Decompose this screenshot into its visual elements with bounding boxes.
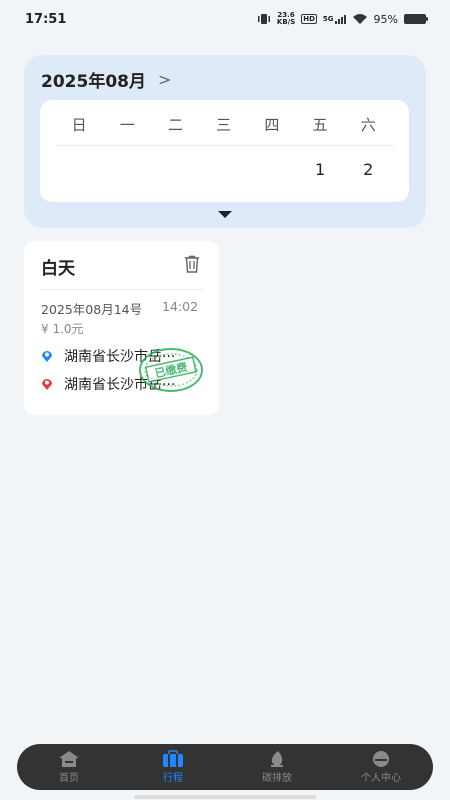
tab-label: 首页 bbox=[59, 773, 79, 784]
day-cell[interactable]: 1 bbox=[296, 160, 344, 179]
weekday-label: 二 bbox=[167, 116, 183, 134]
tab-home[interactable]: 首页 bbox=[17, 750, 121, 784]
trip-date: 2025年08月14号 bbox=[41, 302, 143, 317]
weekday-label: 日 bbox=[71, 116, 87, 134]
weekday-label: 五 bbox=[312, 116, 328, 134]
hd-badge: HD bbox=[301, 14, 317, 24]
chevron-right-icon[interactable]: > bbox=[158, 70, 171, 89]
trip-time: 14:02 bbox=[162, 299, 199, 314]
tab-profile[interactable]: 个人中心 bbox=[329, 750, 433, 784]
day-row: 1 2 bbox=[40, 160, 409, 179]
vibrate-icon bbox=[257, 14, 270, 24]
trip-price: ¥ 1.0元 bbox=[41, 322, 84, 336]
origin-pin-icon bbox=[42, 351, 52, 362]
weekday-label: 三 bbox=[216, 116, 232, 134]
trip-title: 白天 bbox=[41, 259, 75, 279]
status-time: 17:51 bbox=[25, 11, 67, 27]
day-cell bbox=[200, 160, 248, 179]
home-icon bbox=[59, 751, 79, 767]
weekday-row: 日 一 二 三 四 五 六 bbox=[40, 114, 409, 135]
day-cell bbox=[103, 160, 151, 179]
weekday-label: 四 bbox=[264, 116, 280, 134]
month-title: 2025年08月 bbox=[41, 72, 146, 92]
battery-text: 95% bbox=[373, 12, 398, 26]
status-bar: 17:51 23.6 KB/S HD 5G 95% bbox=[0, 0, 450, 38]
weekday-label: 一 bbox=[119, 116, 135, 134]
day-cell[interactable]: 2 bbox=[344, 160, 392, 179]
day-cell bbox=[55, 160, 103, 179]
month-selector[interactable]: 2025年08月 > bbox=[41, 67, 171, 92]
signal-icon: 5G bbox=[323, 14, 346, 24]
battery-icon bbox=[404, 14, 428, 24]
tab-carbon[interactable]: 碳排放 bbox=[225, 750, 329, 784]
bottom-tab-bar: 首页 行程 碳排放 个人中心 bbox=[17, 744, 433, 790]
status-icons: 23.6 KB/S HD 5G 95% bbox=[257, 11, 428, 26]
trip-card[interactable]: 白天 2025年08月14号 14:02 ¥ 1.0元 湖南省长沙市岳··· 湖… bbox=[24, 241, 219, 415]
tab-label: 行程 bbox=[163, 773, 183, 784]
day-cell bbox=[248, 160, 296, 179]
profile-icon bbox=[373, 751, 389, 767]
weekday-label: 六 bbox=[360, 116, 376, 134]
home-indicator bbox=[134, 795, 316, 799]
calendar-grid: 日 一 二 三 四 五 六 1 2 bbox=[40, 100, 409, 202]
day-cell bbox=[151, 160, 199, 179]
briefcase-icon bbox=[163, 750, 183, 767]
calendar-card: 2025年08月 > 日 一 二 三 四 五 六 1 2 bbox=[24, 55, 426, 228]
destination-pin-icon bbox=[42, 379, 52, 390]
trash-icon[interactable] bbox=[182, 254, 202, 274]
tab-label: 碳排放 bbox=[262, 773, 292, 784]
tab-label: 个人中心 bbox=[361, 773, 401, 784]
calendar-divider bbox=[55, 145, 394, 146]
trip-divider bbox=[40, 289, 203, 290]
leaf-icon bbox=[271, 751, 283, 767]
net-speed: 23.6 KB/S bbox=[276, 11, 296, 26]
tab-trips[interactable]: 行程 bbox=[121, 750, 225, 784]
paid-stamp: 已缴费 bbox=[139, 348, 203, 392]
expand-calendar-icon[interactable] bbox=[218, 211, 232, 218]
wifi-icon bbox=[352, 14, 367, 24]
